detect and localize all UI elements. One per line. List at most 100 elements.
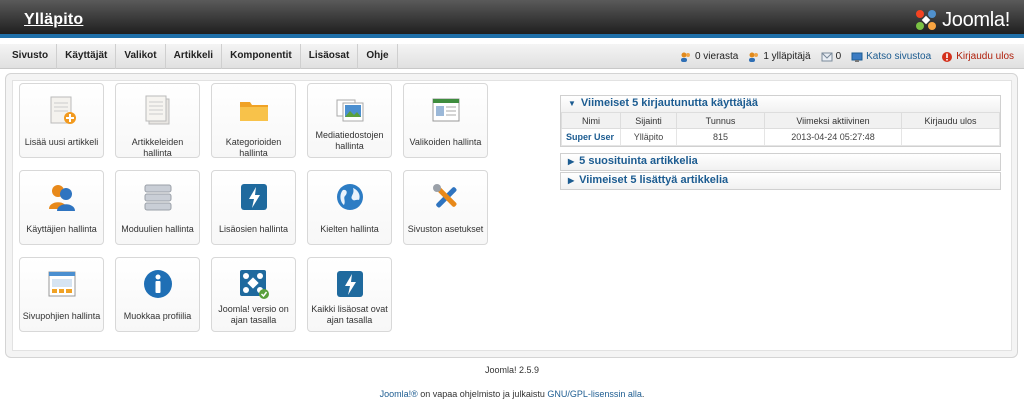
users-icon [680, 52, 690, 62]
module-manager-button[interactable]: Moduulien hallinta [115, 170, 200, 245]
language-manager-label: Kielten hallinta [320, 224, 379, 234]
visitors-count: 0 vierasta [694, 51, 739, 62]
popular-articles-header[interactable]: ▶ 5 suosituinta artikkelia [561, 154, 1000, 170]
article-manager-button[interactable]: Artikkeleiden hallinta [115, 83, 200, 158]
menu-ohje[interactable]: Ohje [358, 44, 398, 69]
extension-manager-label: Lisäosien hallinta [218, 224, 289, 234]
footer-version: Joomla! 2.5.9 [484, 365, 540, 375]
monitor-icon [851, 52, 863, 62]
menu-bar: Sivusto Käyttäjät Valikot Artikkeli Komp… [0, 44, 1024, 69]
menu-kayttajat[interactable]: Käyttäjät [57, 44, 117, 69]
extension-icon [241, 184, 267, 210]
table-header-row: Nimi Sijainti Tunnus Viimeksi aktiivinen… [561, 112, 1000, 129]
user-manager-label: Käyttäjien hallinta [26, 224, 97, 234]
table-row: Super User Ylläpito 815 2013-04-24 05:27… [561, 128, 1000, 146]
edit-profile-button[interactable]: Muokkaa profiilia [115, 257, 200, 332]
latest-articles-panel: ▶ Viimeiset 5 lisättyä artikkelia [560, 172, 1001, 190]
joomla-update-label: Joomla! versio on ajan tasalla [218, 304, 289, 325]
user-location: Ylläpito [620, 128, 677, 146]
category-manager-label: Kategorioiden hallinta [225, 137, 282, 158]
module-icon [144, 184, 172, 211]
template-manager-label: Sivupohjien hallinta [22, 311, 101, 321]
caret-down-icon: ▼ [568, 99, 576, 108]
logout-label: Kirjaudu ulos [956, 51, 1014, 62]
status-bar: 0 vierasta 1 ylläpitäjä 0 Katso sivustoa… [670, 44, 1014, 69]
col-name: Nimi [561, 112, 621, 129]
joomla-update-icon [240, 270, 269, 299]
category-manager-button[interactable]: Kategorioiden hallinta [211, 83, 296, 158]
logo-text: Joomla! [942, 8, 1010, 31]
user-name-link[interactable]: Super User [561, 128, 621, 146]
tools-icon [433, 184, 457, 208]
extensions-update-icon [337, 271, 363, 297]
popular-articles-panel: ▶ 5 suosituinta artikkelia [560, 153, 1001, 171]
info-icon [144, 270, 172, 298]
messages-icon [821, 52, 833, 61]
add-article-icon [50, 96, 76, 124]
edit-profile-label: Muokkaa profiilia [123, 311, 192, 321]
menu-manager-button[interactable]: Valikoiden hallinta [403, 83, 488, 158]
caret-right-icon: ▶ [568, 176, 575, 185]
main-panel: Lisää uusi artikkeli Artikkeleiden halli… [5, 73, 1018, 358]
add-article-label: Lisää uusi artikkeli [24, 137, 99, 147]
user-manager-button[interactable]: Käyttäjien hallinta [19, 170, 104, 245]
joomla-link[interactable]: Joomla!® [380, 389, 418, 399]
extension-manager-button[interactable]: Lisäosien hallinta [211, 170, 296, 245]
admins-status: 1 ylläpitäjä [748, 51, 811, 63]
add-article-button[interactable]: Lisää uusi artikkeli [19, 83, 104, 158]
extensions-update-label: Kaikki lisäosat ovat ajan tasalla [311, 304, 388, 325]
joomla-update-button[interactable]: Joomla! versio on ajan tasalla [211, 257, 296, 332]
media-manager-label: Mediatiedostojen hallinta [315, 130, 384, 151]
logout-link[interactable]: Kirjaudu ulos [941, 51, 1014, 63]
col-id: Tunnus [676, 112, 765, 129]
user-logout-cell [901, 128, 1000, 146]
latest-articles-title: Viimeiset 5 lisättyä artikkelia [579, 174, 729, 186]
menu-icon [432, 98, 460, 122]
latest-articles-header[interactable]: ▶ Viimeiset 5 lisättyä artikkelia [561, 173, 1000, 189]
media-manager-button[interactable]: Mediatiedostojen hallinta [307, 83, 392, 158]
user-id: 815 [676, 128, 765, 146]
main-menu: Sivusto Käyttäjät Valikot Artikkeli Komp… [4, 44, 398, 69]
admin-users-icon [749, 52, 759, 62]
global-config-button[interactable]: Sivuston asetukset [403, 170, 488, 245]
joomla-logo: Joomla! [914, 7, 1010, 33]
col-location: Sijainti [620, 112, 677, 129]
menu-lisaosat[interactable]: Lisäosat [301, 44, 359, 69]
footer-text: on vapaa ohjelmisto ja julkaistu [417, 389, 548, 399]
messages-status[interactable]: 0 [821, 51, 842, 63]
visitors-status: 0 vierasta [680, 51, 738, 63]
col-last-active: Viimeksi aktiivinen [764, 112, 902, 129]
menu-valikot[interactable]: Valikot [116, 44, 166, 69]
menu-artikkeli[interactable]: Artikkeli [166, 44, 223, 69]
site-title[interactable]: Ylläpito [24, 11, 83, 29]
module-manager-label: Moduulien hallinta [121, 224, 194, 234]
view-site-label: Katso sivustoa [866, 51, 932, 62]
logout-icon [942, 51, 953, 62]
extensions-update-button[interactable]: Kaikki lisäosat ovat ajan tasalla [307, 257, 392, 332]
template-manager-button[interactable]: Sivupohjien hallinta [19, 257, 104, 332]
control-panel: Lisää uusi artikkeli Artikkeleiden halli… [12, 80, 1012, 351]
menu-komponentit[interactable]: Komponentit [222, 44, 301, 69]
template-icon [48, 271, 76, 297]
footer-end: . [641, 389, 645, 399]
footer-license: Joomla!® on vapaa ohjelmisto ja julkaist… [0, 389, 1024, 399]
user-icon [49, 185, 75, 211]
logged-in-users-title: Viimeiset 5 kirjautunutta käyttäjää [580, 97, 759, 109]
user-last-active: 2013-04-24 05:27:48 [764, 128, 902, 146]
admins-count: 1 ylläpitäjä [763, 51, 811, 62]
language-manager-button[interactable]: Kielten hallinta [307, 170, 392, 245]
menu-sivusto[interactable]: Sivusto [4, 44, 58, 69]
folder-icon [240, 102, 268, 121]
joomla-logo-icon [916, 10, 937, 30]
globe-icon [337, 184, 363, 210]
col-logout: Kirjaudu ulos [901, 112, 1000, 129]
gpl-link[interactable]: GNU/GPL-lisenssin alla [547, 389, 642, 399]
popular-articles-title: 5 suosituinta artikkelia [579, 155, 698, 167]
messages-count: 0 [835, 51, 842, 62]
media-icon [336, 99, 364, 122]
menu-manager-label: Valikoiden hallinta [409, 137, 482, 147]
article-icon [145, 95, 170, 125]
logged-in-users-panel: ▼ Viimeiset 5 kirjautunutta käyttäjää Nim… [560, 95, 1001, 147]
view-site-link[interactable]: Katso sivustoa [851, 51, 931, 63]
logged-in-users-header[interactable]: ▼ Viimeiset 5 kirjautunutta käyttäjää [561, 96, 1000, 112]
